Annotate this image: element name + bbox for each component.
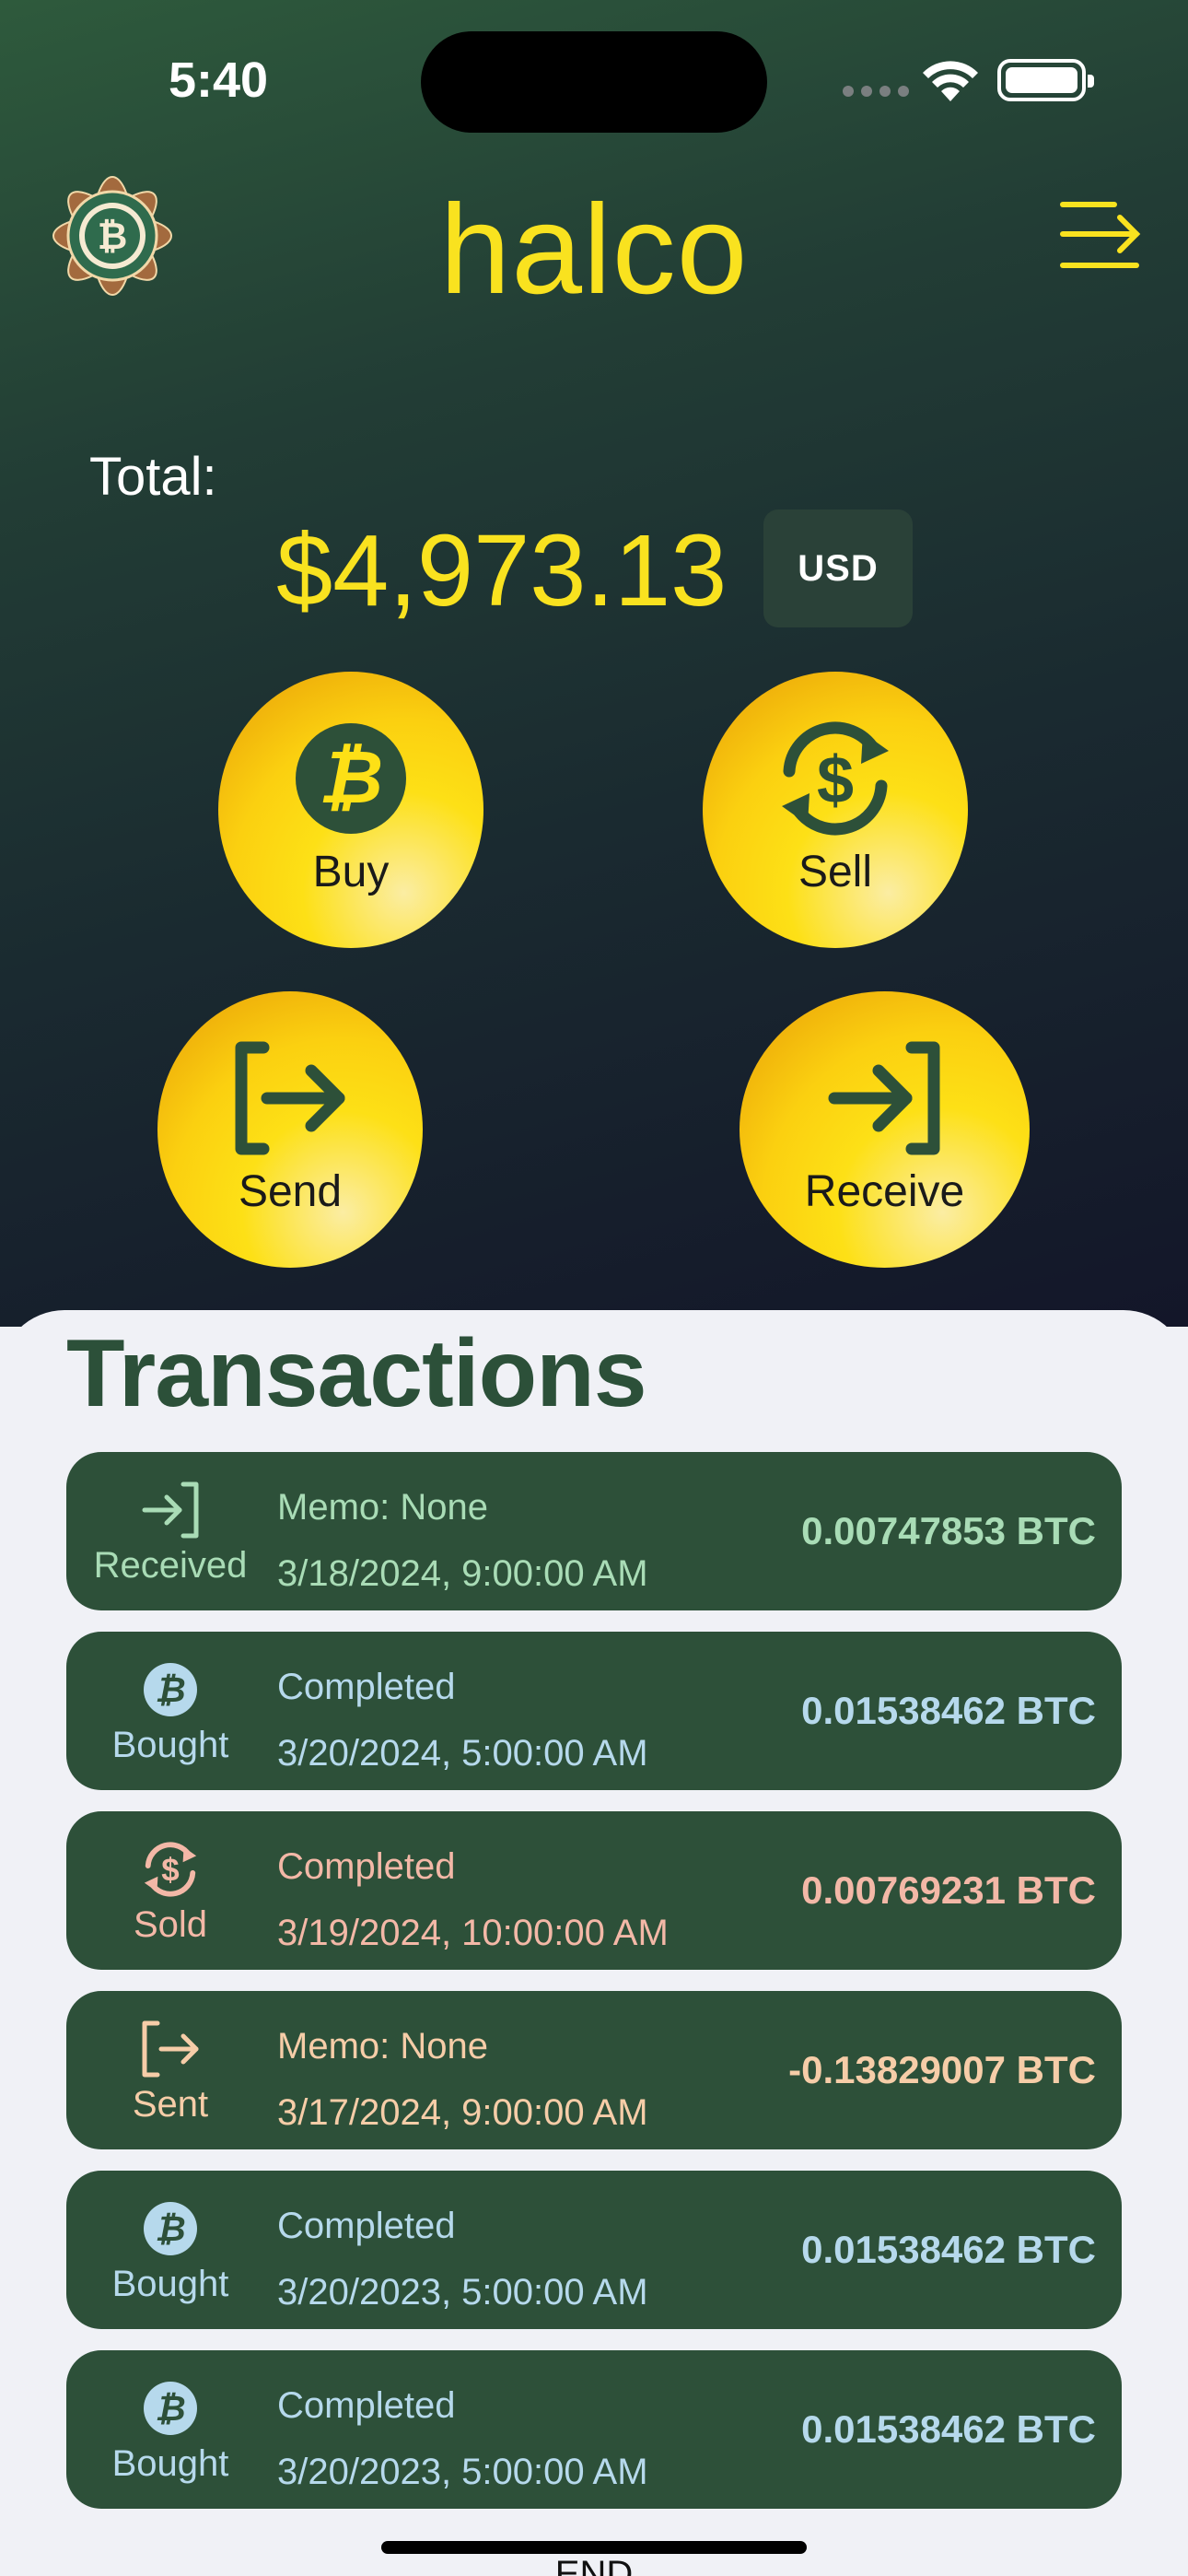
transaction-amount: 0.01538462 BTC [801,2228,1096,2271]
transaction-date: 3/17/2024, 9:00:00 AM [277,2092,648,2133]
transaction-amount: 0.00747853 BTC [801,1509,1096,1552]
app-title: halco [439,179,749,321]
transaction-type: Bought [111,2263,229,2304]
receive-icon [137,1477,204,1543]
send-button[interactable]: Send [157,991,423,1268]
transaction-date: 3/18/2024, 9:00:00 AM [277,1553,648,1594]
bitcoin-icon: ₿ [137,1657,204,1723]
sell-label: Sell [798,847,873,896]
buy-button[interactable]: ₿ Buy [218,672,483,948]
transaction-row[interactable]: $ Sold Completed 3/19/2024, 10:00:00 AM … [66,1811,1122,1970]
transaction-amount: 0.01538462 BTC [801,1689,1096,1732]
total-balance-amount: $4,973.13 [276,514,728,627]
list-end-label: END [554,2554,634,2576]
svg-text:$: $ [161,1852,179,1888]
cellular-signal-icon [843,86,909,97]
transaction-memo: Completed [277,1667,456,1707]
exchange-dollar-icon: $ [137,1836,204,1903]
bitcoin-icon: ₿ [137,2375,204,2441]
transaction-type: Received [93,1544,248,1586]
wifi-icon [923,61,978,101]
svg-text:₿: ₿ [155,2210,185,2249]
transaction-row[interactable]: ₿ Bought Completed 3/20/2023, 5:00:00 AM… [66,2171,1122,2329]
receive-icon [821,1034,949,1163]
transaction-memo: Completed [277,2206,456,2246]
battery-icon [997,59,1094,101]
svg-text:₿: ₿ [155,1671,185,1710]
transaction-amount: 0.00769231 BTC [801,1868,1096,1912]
transaction-date: 3/20/2023, 5:00:00 AM [277,2272,648,2313]
bitcoin-icon: ₿ [137,2195,204,2262]
transaction-amount: -0.13829007 BTC [788,2048,1096,2091]
menu-icon[interactable] [1057,197,1142,273]
receive-button[interactable]: Receive [740,991,1030,1268]
home-indicator[interactable] [381,2541,807,2554]
transaction-amount: 0.01538462 BTC [801,2407,1096,2451]
transaction-row[interactable]: ₿ Bought Completed 3/20/2023, 5:00:00 AM… [66,2350,1122,2509]
svg-text:$: $ [817,744,854,817]
total-label: Total: [89,447,217,507]
currency-toggle-button[interactable]: USD [763,509,913,627]
transaction-type: Bought [111,1724,229,1765]
svg-text:₿: ₿ [319,736,383,818]
send-label: Send [238,1166,343,1216]
status-time: 5:40 [169,53,269,108]
transaction-row[interactable]: ₿ Bought Completed 3/20/2024, 5:00:00 AM… [66,1632,1122,1790]
buy-label: Buy [312,847,390,896]
transaction-date: 3/20/2024, 5:00:00 AM [277,1733,648,1774]
send-icon [226,1034,355,1163]
transaction-memo: Memo: None [277,2026,488,2067]
exchange-dollar-icon: $ [771,714,900,843]
transaction-memo: Completed [277,2385,456,2426]
transactions-title: Transactions [66,1320,647,1427]
transaction-type: Sent [132,2083,209,2125]
transaction-date: 3/19/2024, 10:00:00 AM [277,1913,669,1953]
receive-label: Receive [804,1166,965,1216]
bitcoin-icon: ₿ [286,714,415,843]
svg-text:₿: ₿ [155,2390,185,2429]
transaction-type: Sold [133,1903,208,1945]
dynamic-island [421,31,767,133]
send-icon [137,2016,204,2082]
sell-button[interactable]: $ Sell [703,672,968,948]
transaction-row[interactable]: Sent Memo: None 3/17/2024, 9:00:00 AM -0… [66,1991,1122,2149]
transaction-type: Bought [111,2442,229,2484]
transaction-memo: Completed [277,1846,456,1887]
transaction-date: 3/20/2023, 5:00:00 AM [277,2452,648,2492]
transaction-row[interactable]: Received Memo: None 3/18/2024, 9:00:00 A… [66,1452,1122,1610]
transaction-memo: Memo: None [277,1487,488,1528]
